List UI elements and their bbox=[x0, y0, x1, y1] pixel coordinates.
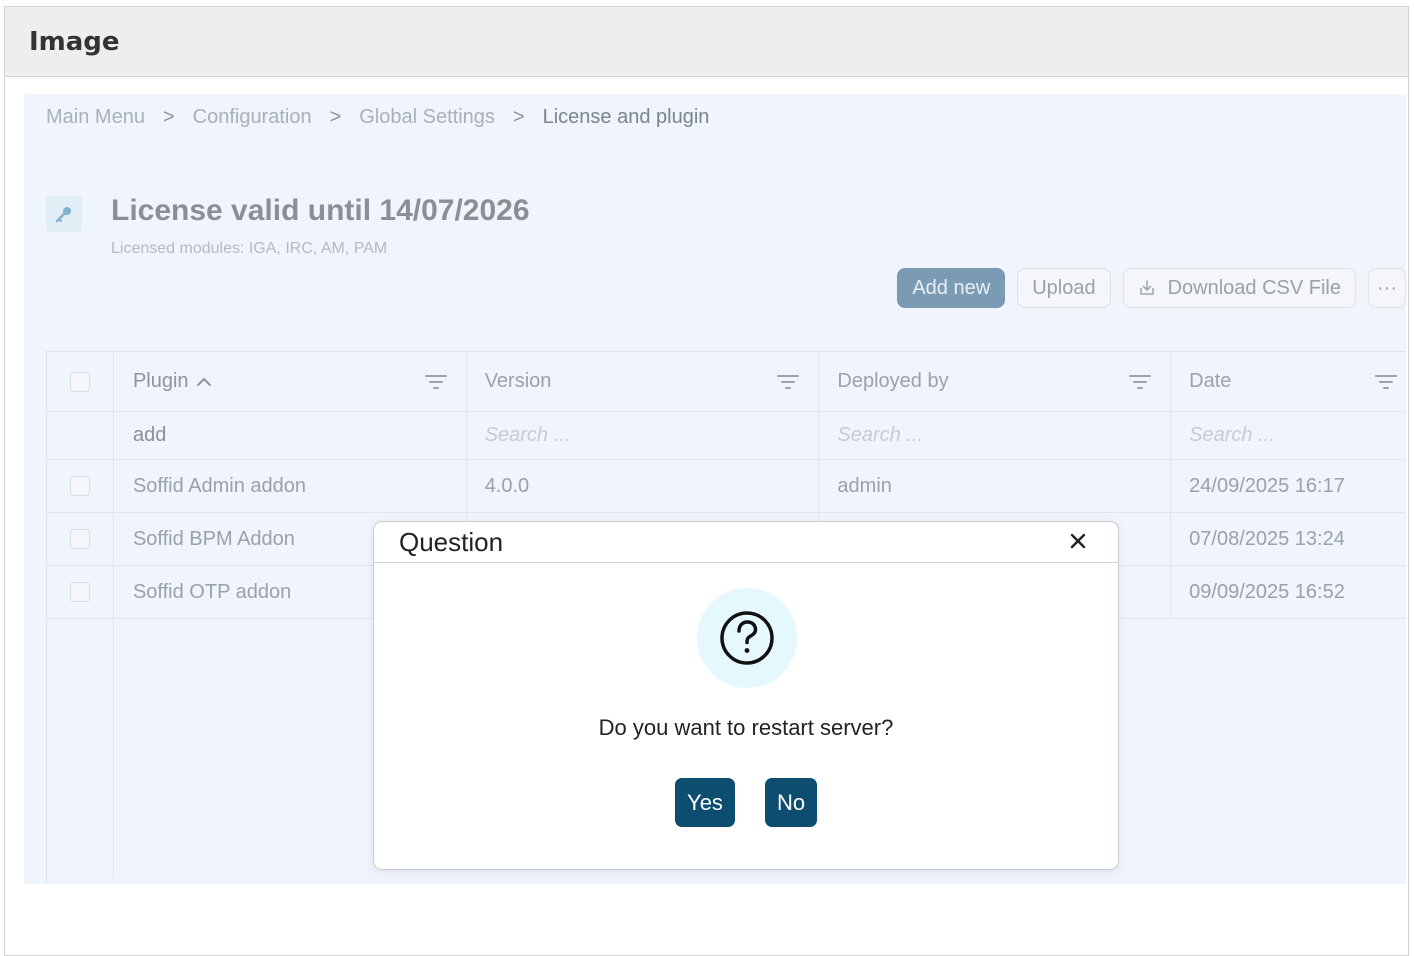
upload-button[interactable]: Upload bbox=[1017, 268, 1111, 308]
cell-date: 09/09/2025 16:52 bbox=[1189, 580, 1345, 603]
question-dialog: Question Do you want to restart server? … bbox=[373, 521, 1119, 870]
more-options-button[interactable]: ··· bbox=[1368, 268, 1406, 308]
column-header-plugin[interactable]: Plugin bbox=[114, 352, 467, 411]
date-filter-input[interactable]: Search ... bbox=[1171, 412, 1406, 459]
yes-button[interactable]: Yes bbox=[675, 778, 735, 827]
dialog-actions: Yes No bbox=[374, 778, 1118, 827]
plugin-filter-value: add bbox=[132, 424, 167, 446]
key-icon bbox=[55, 207, 71, 223]
filter-icon[interactable] bbox=[1374, 373, 1398, 391]
close-icon[interactable] bbox=[1066, 529, 1090, 553]
breadcrumb-configuration[interactable]: Configuration bbox=[193, 106, 312, 129]
toolbar: Add new Upload Download CSV File ··· bbox=[897, 268, 1406, 308]
column-label-version: Version bbox=[484, 370, 552, 392]
frame-title: Image bbox=[29, 26, 120, 57]
row-checkbox[interactable] bbox=[69, 582, 90, 602]
deployed-by-filter-input[interactable]: Search ... bbox=[819, 412, 1172, 459]
no-button[interactable]: No bbox=[765, 778, 817, 827]
question-icon-badge bbox=[697, 588, 797, 688]
frame-header: Image bbox=[5, 7, 1408, 77]
dialog-header: Question bbox=[374, 522, 1118, 563]
breadcrumb-main-menu[interactable]: Main Menu bbox=[46, 106, 145, 129]
filter-icon[interactable] bbox=[1128, 373, 1152, 391]
cell-date: 24/09/2025 16:17 bbox=[1189, 474, 1345, 497]
cell-plugin: Soffid Admin addon bbox=[114, 460, 467, 512]
column-label-deployed-by: Deployed by bbox=[837, 370, 949, 392]
row-select-cell bbox=[47, 513, 114, 565]
cell-date: 07/08/2025 13:24 bbox=[1189, 527, 1345, 550]
cell-version: 4.0.0 bbox=[467, 460, 820, 512]
header-select-cell bbox=[47, 352, 114, 411]
row-checkbox[interactable] bbox=[69, 476, 90, 496]
date-filter-placeholder: Search ... bbox=[1189, 424, 1275, 446]
question-circle-icon bbox=[720, 611, 774, 665]
breadcrumb-separator: > bbox=[329, 106, 342, 128]
column-label-plugin: Plugin bbox=[132, 370, 189, 392]
page-icon-badge bbox=[46, 196, 82, 232]
column-header-deployed-by[interactable]: Deployed by bbox=[819, 352, 1172, 411]
chevron-up-icon bbox=[196, 377, 211, 386]
column-label-date: Date bbox=[1189, 370, 1232, 392]
download-csv-button[interactable]: Download CSV File bbox=[1122, 268, 1356, 308]
row-select-cell bbox=[47, 566, 114, 618]
row-select-cell bbox=[47, 460, 114, 512]
breadcrumb-separator: > bbox=[512, 106, 525, 128]
table-filter-row: add Search ... Search ... Search ... bbox=[47, 412, 1406, 460]
plugin-filter-input[interactable]: add bbox=[114, 412, 467, 459]
row-checkbox[interactable] bbox=[69, 529, 90, 549]
page-title: License valid until 14/07/2026 bbox=[111, 194, 530, 227]
breadcrumb-global-settings[interactable]: Global Settings bbox=[359, 106, 495, 129]
column-header-date[interactable]: Date bbox=[1171, 352, 1406, 411]
cell-deployed-by: admin bbox=[819, 460, 1172, 512]
download-icon bbox=[1139, 280, 1154, 295]
breadcrumb-current-page: License and plugin bbox=[542, 106, 710, 128]
empty-check-column bbox=[47, 619, 114, 879]
page-subtitle: Licensed modules: IGA, IRC, AM, PAM bbox=[111, 240, 388, 257]
deployed-by-filter-placeholder: Search ... bbox=[837, 424, 924, 446]
filter-icon[interactable] bbox=[776, 373, 800, 391]
filter-icon[interactable] bbox=[424, 373, 448, 391]
dialog-title: Question bbox=[399, 526, 504, 557]
filter-empty-cell bbox=[47, 412, 114, 459]
table-row[interactable]: Soffid Admin addon 4.0.0 admin 24/09/202… bbox=[47, 460, 1406, 513]
dialog-message: Do you want to restart server? bbox=[598, 715, 894, 740]
select-all-checkbox[interactable] bbox=[69, 371, 90, 392]
column-header-version[interactable]: Version bbox=[467, 352, 820, 411]
breadcrumb-separator: > bbox=[162, 106, 175, 128]
download-csv-label: Download CSV File bbox=[1167, 276, 1341, 299]
add-new-button[interactable]: Add new bbox=[897, 268, 1006, 308]
version-filter-input[interactable]: Search ... bbox=[467, 412, 820, 459]
breadcrumb: Main Menu > Configuration > Global Setti… bbox=[46, 106, 709, 129]
version-filter-placeholder: Search ... bbox=[484, 424, 571, 446]
table-header-row: Plugin Version Deployed by Date bbox=[47, 352, 1406, 412]
